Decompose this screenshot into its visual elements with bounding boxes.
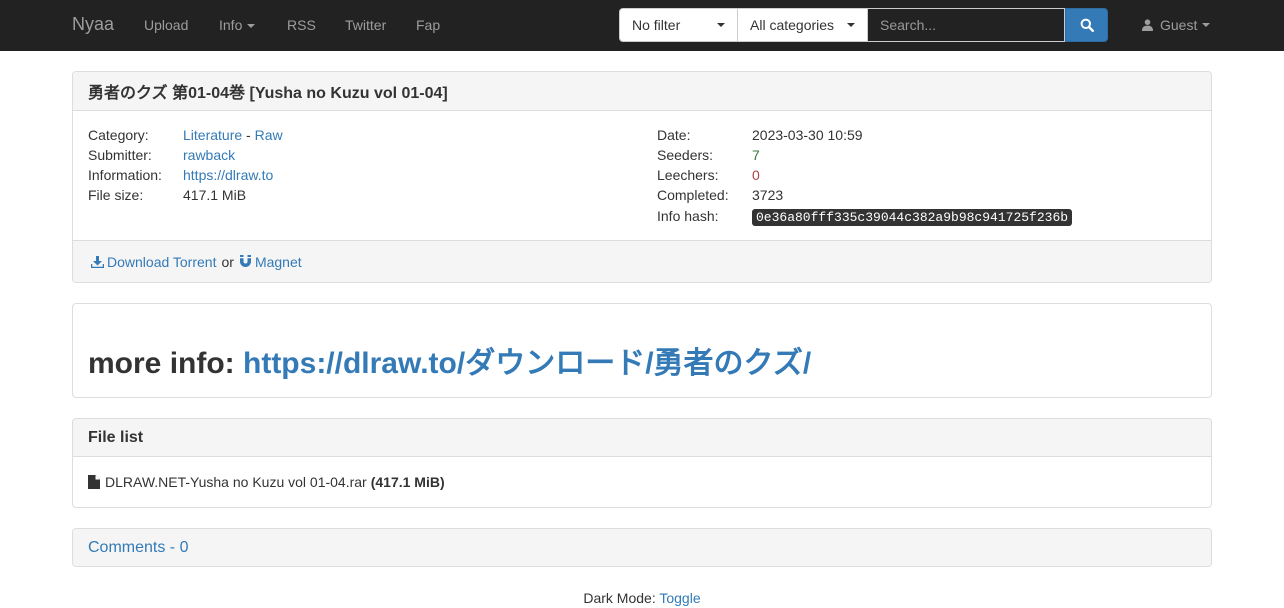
magnet-icon [239, 255, 251, 267]
leechers-label: Leechers: [657, 167, 719, 183]
leechers-value: 0 [752, 167, 760, 183]
category-label: Category: [88, 127, 149, 143]
magnet-link[interactable]: Magnet [239, 254, 302, 270]
user-name: Guest [1160, 17, 1198, 33]
information-label: Information: [88, 167, 162, 183]
seeders-label: Seeders: [657, 147, 714, 163]
filter-select[interactable]: No filter [619, 8, 738, 42]
filesize-label: File size: [88, 187, 144, 203]
user-menu[interactable]: Guest [1142, 17, 1211, 33]
dark-mode-label: Dark Mode: [583, 590, 656, 606]
infohash-value[interactable]: 0e36a80fff335c39044c382a9b98c941725f236b [752, 209, 1073, 226]
submitter-label: Submitter: [88, 147, 152, 163]
infohash-label: Info hash: [657, 208, 719, 224]
category-select[interactable]: All categories [738, 8, 868, 42]
seeders-value: 7 [752, 147, 760, 163]
filelist-title: File list [88, 428, 144, 446]
search-icon [1080, 18, 1094, 32]
search-form: No filter All categories Search... [619, 8, 1108, 42]
completed-value: 3723 [752, 187, 784, 203]
dark-mode-toggle[interactable]: Toggle [659, 590, 700, 606]
torrent-actions: Download Torrent or Magnet [73, 240, 1211, 282]
description-link[interactable]: https://dlraw.to/ダウンロード/勇者のクズ/ [243, 347, 811, 380]
nav-fap[interactable]: Fap [416, 17, 440, 33]
file-size: (417.1 MiB) [370, 474, 445, 490]
comments-panel: Comments - 0 [72, 528, 1212, 567]
search-placeholder: Search... [880, 17, 937, 33]
category-sub-link[interactable]: Raw [255, 127, 283, 143]
description-heading: more info: https://dlraw.to/ダウンロード/勇者のクズ… [88, 338, 811, 382]
filesize-value: 417.1 MiB [183, 187, 247, 203]
page-footer: Dark Mode: Toggle [0, 590, 1284, 606]
torrent-panel: 勇者のクズ 第01-04巻 [Yusha no Kuzu vol 01-04] … [72, 71, 1212, 283]
filelist-panel: File list DLRAW.NET-Yusha no Kuzu vol 01… [72, 418, 1212, 508]
category-separator: - [242, 127, 255, 143]
filter-select-value: No filter [632, 17, 681, 33]
brand-logo[interactable]: Nyaa [72, 14, 114, 35]
description-prefix: more info: [88, 347, 243, 380]
nav-info-label: Info [219, 17, 243, 33]
nav-twitter[interactable]: Twitter [345, 17, 386, 33]
comments-heading: Comments - 0 [73, 529, 1211, 566]
download-torrent-label: Download Torrent [107, 253, 217, 270]
comments-toggle[interactable]: Comments - 0 [88, 539, 188, 557]
top-navbar: Nyaa Upload Info RSS Twitter Fap No filt… [0, 0, 1284, 51]
nav-info-dropdown[interactable]: Info [219, 17, 256, 33]
completed-label: Completed: [657, 187, 729, 203]
file-icon [88, 475, 100, 489]
filelist-heading: File list [73, 419, 1211, 457]
torrent-heading: 勇者のクズ 第01-04巻 [Yusha no Kuzu vol 01-04] [73, 72, 1211, 111]
caret-down-icon [847, 23, 855, 27]
download-icon [91, 255, 104, 268]
information-link[interactable]: https://dlraw.to [183, 165, 273, 185]
search-button[interactable] [1065, 8, 1108, 42]
user-icon [1142, 19, 1153, 31]
download-torrent-link[interactable]: Download Torrent [91, 254, 216, 270]
or-text: or [221, 253, 234, 270]
torrent-title: 勇者のクズ 第01-04巻 [Yusha no Kuzu vol 01-04] [88, 85, 448, 102]
submitter-link[interactable]: rawback [183, 145, 235, 165]
magnet-label: Magnet [254, 253, 302, 270]
nav-upload[interactable]: Upload [144, 17, 188, 33]
file-name: DLRAW.NET-Yusha no Kuzu vol 01-04.rar [105, 474, 367, 490]
category-select-value: All categories [750, 17, 835, 33]
nav-rss[interactable]: RSS [287, 17, 316, 33]
caret-down-icon [1202, 23, 1211, 27]
caret-down-icon [717, 23, 725, 27]
date-label: Date: [657, 127, 691, 143]
file-item: DLRAW.NET-Yusha no Kuzu vol 01-04.rar (4… [88, 474, 445, 490]
category-main-link[interactable]: Literature [183, 127, 242, 143]
description-panel: more info: https://dlraw.to/ダウンロード/勇者のクズ… [72, 303, 1212, 398]
caret-down-icon [247, 24, 256, 29]
date-value: 2023-03-30 10:59 [752, 127, 863, 143]
search-input[interactable]: Search... [868, 8, 1065, 42]
